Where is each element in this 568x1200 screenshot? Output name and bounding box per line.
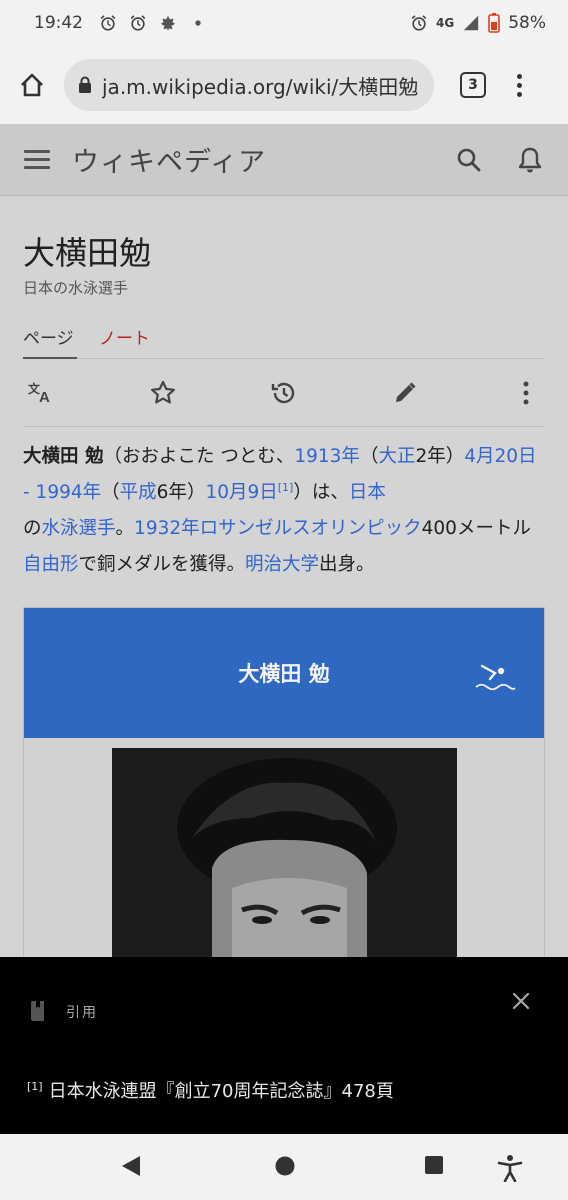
lead-text: で銅メダルを獲得。 — [78, 554, 246, 575]
lead-text: 6年） — [156, 482, 206, 503]
watch-button[interactable] — [148, 378, 178, 408]
lead-text: 2年） — [415, 446, 465, 467]
link-meiji[interactable]: 明治大学 — [245, 554, 319, 575]
home-button[interactable] — [0, 46, 64, 124]
reference-text: [1] 日本水泳連盟『創立70周年記念誌』478頁 — [27, 1077, 394, 1103]
page-actions: 文A — [23, 359, 545, 427]
menu-icon[interactable] — [24, 150, 50, 169]
page-description: 日本の水泳選手 — [23, 279, 129, 297]
reference-drawer-label: 引用 — [66, 1005, 98, 1021]
close-icon[interactable] — [510, 990, 532, 1012]
star-icon — [151, 380, 175, 403]
lead-text: 400メートル — [421, 518, 531, 539]
svg-text:A: A — [39, 389, 50, 406]
page-title: 大横田勉 — [23, 234, 152, 272]
citation-icon — [31, 1001, 44, 1021]
translate-icon: 文A — [28, 381, 50, 406]
reference-drawer: 引用 [1] 日本水泳連盟『創立70周年記念誌』478頁 — [0, 957, 568, 1134]
back-icon[interactable] — [120, 1154, 142, 1178]
infobox: 大横田 勉 — [23, 607, 545, 979]
link-taisho[interactable]: 大正 — [378, 446, 415, 467]
battery-percent: 58% — [508, 13, 546, 33]
search-icon[interactable] — [456, 147, 482, 173]
link-swimmer[interactable]: 水泳選手 — [42, 518, 116, 539]
lead-text: ）は、 — [293, 482, 349, 503]
address-bar[interactable]: ja.m.wikipedia.org/wiki/大横田勉 — [64, 59, 434, 111]
reference-link[interactable]: [1] — [278, 482, 294, 503]
more-vertical-icon — [523, 381, 529, 404]
notifications-icon[interactable] — [518, 146, 542, 174]
tab-page[interactable]: ページ — [23, 324, 77, 359]
alarm-icon — [100, 15, 116, 31]
reference-citation: 日本水泳連盟『創立70周年記念誌』478頁 — [48, 1081, 394, 1102]
lead-text: （ — [359, 446, 379, 467]
home-nav-icon[interactable] — [273, 1154, 297, 1178]
lead-paragraph: 大横田 勉（おおよこた つとむ、1913年（大正2年）4月20日 - 1994年… — [23, 439, 545, 583]
wiki-wordmark[interactable]: ウィキペディア — [72, 140, 266, 179]
link-heisei[interactable]: 平成 — [120, 482, 157, 503]
lead-text: （おおよこた つとむ、 — [103, 446, 295, 467]
alarm-icon — [130, 15, 146, 31]
infobox-title: 大横田 勉 — [238, 662, 330, 686]
lead-text: の — [23, 518, 42, 539]
lead-text: 出身。 — [319, 554, 375, 575]
status-bar: 19:42 4G 58% — [0, 0, 568, 46]
tab-talk[interactable]: ノート — [99, 324, 172, 359]
link-freestyle[interactable]: 自由形 — [23, 554, 79, 575]
browser-menu-button[interactable] — [514, 73, 524, 97]
system-nav-bar — [0, 1134, 568, 1200]
signal-icon — [464, 15, 479, 31]
reference-marker: [1] — [27, 1080, 43, 1093]
leaf-icon — [160, 15, 176, 32]
edit-button[interactable] — [390, 378, 420, 408]
language-button[interactable]: 文A — [27, 378, 57, 408]
history-button[interactable] — [269, 378, 299, 408]
browser-toolbar: ja.m.wikipedia.org/wiki/大横田勉 3 — [0, 46, 568, 124]
network-type: 4G — [436, 16, 455, 30]
lead-text: 。 — [115, 518, 135, 539]
dot-icon — [195, 20, 201, 26]
status-time: 19:42 — [34, 13, 83, 33]
home-icon — [21, 73, 43, 97]
reference-marker[interactable]: [1] — [278, 481, 294, 494]
battery-icon — [488, 13, 501, 33]
link-olympics[interactable]: 1932年ロサンゼルスオリンピック — [134, 518, 422, 539]
lock-icon — [79, 76, 91, 93]
infobox-header: 大横田 勉 — [24, 608, 544, 738]
portrait-photo[interactable] — [112, 748, 457, 968]
alarm-icon — [411, 15, 427, 31]
link-1913[interactable]: 1913年 — [294, 446, 360, 467]
accessibility-icon[interactable] — [497, 1154, 523, 1182]
link-deathdate[interactable]: 10月9日 — [205, 482, 277, 503]
infobox-image-area — [24, 738, 544, 978]
swimmer-icon — [475, 664, 516, 691]
lead-name: 大横田 勉 — [23, 446, 104, 467]
url-text: ja.m.wikipedia.org/wiki/大横田勉 — [102, 74, 419, 99]
pencil-icon — [396, 381, 416, 402]
recents-icon[interactable] — [423, 1154, 445, 1176]
page-tabs: ページ ノート — [23, 324, 545, 359]
wiki-header: ウィキペディア — [0, 124, 568, 196]
link-japan[interactable]: 日本 — [349, 482, 386, 503]
history-icon — [271, 382, 295, 403]
tab-switcher-button[interactable]: 3 — [460, 72, 486, 98]
more-options-button[interactable] — [511, 378, 541, 408]
lead-text: （ — [101, 482, 120, 503]
article-content: 大横田勉 日本の水泳選手 ページ ノート 文A 大横田 勉（おおよこた つとむ、… — [0, 197, 568, 979]
